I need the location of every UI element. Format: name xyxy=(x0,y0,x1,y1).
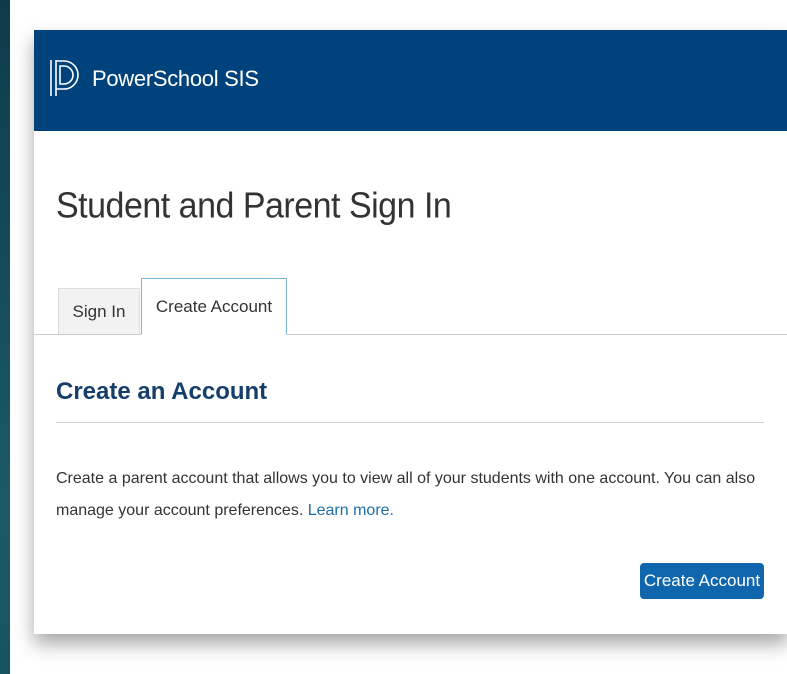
signin-card: PowerSchool SIS Student and Parent Sign … xyxy=(34,30,787,634)
page-title: Student and Parent Sign In xyxy=(56,186,452,226)
section-title: Create an Account xyxy=(56,378,268,405)
description-text: Create a parent account that allows you … xyxy=(56,470,756,519)
tab-bar: Sign In Create Account xyxy=(34,278,787,335)
tab-create-account[interactable]: Create Account xyxy=(141,278,287,335)
page-frame: PowerSchool SIS Student and Parent Sign … xyxy=(10,0,787,674)
section-divider xyxy=(56,422,764,423)
powerschool-p-icon xyxy=(50,60,79,96)
brand-name: PowerSchool SIS xyxy=(92,66,259,91)
create-account-button[interactable]: Create Account xyxy=(640,563,764,599)
header-bar: PowerSchool SIS xyxy=(34,30,787,131)
tab-sign-in[interactable]: Sign In xyxy=(58,288,140,334)
learn-more-link[interactable]: Learn more. xyxy=(308,502,394,519)
section-description: Create a parent account that allows you … xyxy=(56,463,776,527)
